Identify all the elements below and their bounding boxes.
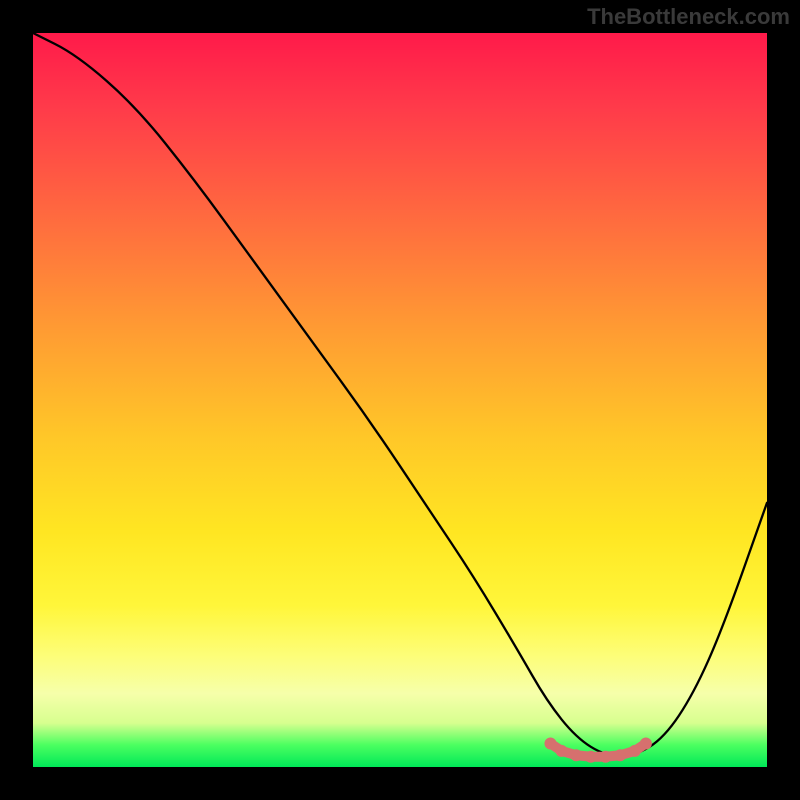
optimal-zone-dot [629, 745, 641, 757]
optimal-zone-dot [585, 751, 597, 763]
optimal-zone-dot [600, 751, 612, 763]
optimal-zone-dot [640, 738, 652, 750]
optimal-zone-dot [544, 738, 556, 750]
chart-container: TheBottleneck.com [0, 0, 800, 800]
optimal-zone-dot [614, 749, 626, 761]
chart-svg [33, 33, 767, 767]
optimal-zone-dot [555, 745, 567, 757]
bottleneck-curve [33, 33, 767, 756]
optimal-zone-dot [570, 749, 582, 761]
watermark-label: TheBottleneck.com [587, 4, 790, 30]
plot-area [33, 33, 767, 767]
